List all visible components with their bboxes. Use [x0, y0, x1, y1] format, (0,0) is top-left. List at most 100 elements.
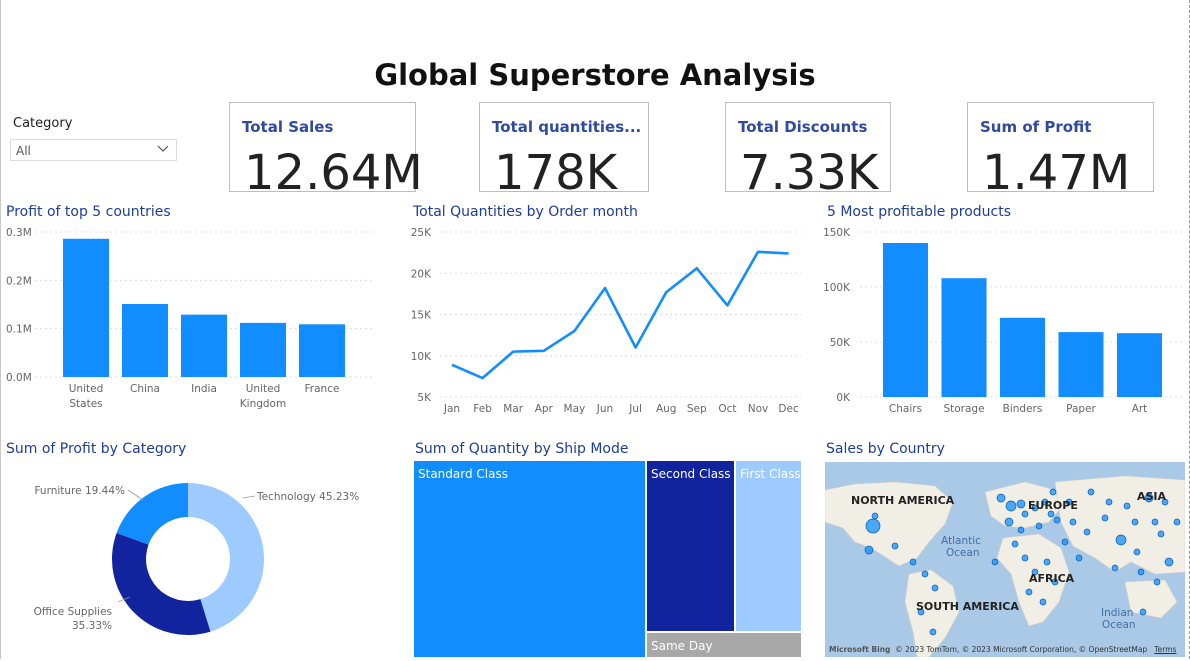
map-bubble[interactable]	[1004, 517, 1014, 527]
map-bubble[interactable]	[909, 558, 917, 566]
map-bubble[interactable]	[1021, 554, 1029, 562]
bar[interactable]	[181, 314, 227, 377]
map-bubble[interactable]	[1164, 557, 1174, 567]
map-bubble[interactable]	[1039, 598, 1047, 606]
slice-label: Furniture 19.44%	[34, 485, 125, 497]
attribution-text: © 2023 TomTom, © 2023 Microsoft Corporat…	[895, 645, 1148, 654]
map-bubble[interactable]	[1151, 518, 1159, 526]
map-bubble[interactable]	[1075, 554, 1083, 562]
y-tick-label: 15K	[411, 310, 432, 322]
map-bubble[interactable]	[1053, 516, 1061, 524]
map-bubble[interactable]	[1016, 499, 1026, 509]
x-tick-label: United	[69, 383, 104, 395]
y-tick-label: 0.2M	[6, 275, 32, 287]
treemap-tile[interactable]: First Class	[736, 461, 801, 631]
treemap-tile[interactable]: Same Day	[647, 633, 801, 657]
map-bubble[interactable]	[871, 512, 879, 520]
map-bubble[interactable]	[1111, 564, 1119, 572]
card-label: Total quantities...	[492, 118, 642, 136]
card-label: Total Sales	[242, 118, 334, 136]
card-total-sales[interactable]: Total Sales 12.64M	[229, 102, 423, 201]
donut-slice[interactable]	[116, 483, 188, 545]
visual-title-profit-countries: Profit of top 5 countries	[6, 204, 171, 220]
map-bubble[interactable]	[1105, 498, 1113, 506]
map-bubble[interactable]	[929, 628, 937, 636]
treemap-tile[interactable]: Second Class	[647, 461, 734, 631]
card-total-quantities[interactable]: Total quantities... 178K	[479, 102, 649, 201]
x-tick-label: United	[246, 383, 281, 395]
y-tick-label: 0.1M	[6, 324, 32, 336]
x-tick-label: May	[564, 403, 586, 415]
map-bubble[interactable]	[1005, 500, 1017, 512]
x-tick-label: Storage	[943, 403, 984, 415]
map-bubble[interactable]	[1069, 518, 1077, 526]
map-bubble[interactable]	[1049, 488, 1057, 496]
donut-slice[interactable]	[112, 532, 211, 635]
map-bubble[interactable]	[1017, 526, 1025, 534]
x-tick-label: States	[69, 398, 102, 410]
bar[interactable]	[122, 304, 168, 377]
bar[interactable]	[1000, 317, 1045, 397]
y-tick-label: 50K	[830, 337, 851, 349]
map-bubble[interactable]	[1115, 534, 1127, 546]
card-label: Sum of Profit	[980, 118, 1092, 136]
category-slicer-dropdown[interactable]: All	[10, 139, 177, 161]
card-total-discounts[interactable]: Total Discounts 7.33K	[725, 102, 891, 201]
map-bubble[interactable]	[1043, 558, 1051, 566]
profit-by-category-donut-chart[interactable]: Technology 45.23% Office Supplies 35.33% Fu…	[0, 462, 400, 657]
map-bubble[interactable]	[1035, 522, 1043, 530]
slice-label: 35.33%	[72, 620, 112, 632]
x-tick-label: Apr	[535, 403, 554, 415]
world-map-graphic: NORTH AMERICA EUROPE ASIA AFRICA SOUTH A…	[825, 475, 1185, 657]
map-bubble[interactable]	[991, 558, 999, 566]
map-bubble[interactable]	[864, 545, 874, 555]
map-bubble[interactable]	[1157, 530, 1165, 538]
x-tick-label: Nov	[748, 403, 769, 415]
sales-by-country-map[interactable]: NORTH AMERICA EUROPE ASIA AFRICA SOUTH A…	[825, 462, 1185, 657]
bar[interactable]	[299, 324, 345, 377]
x-tick-label: Jan	[443, 403, 460, 415]
x-tick-label: Jul	[628, 403, 642, 415]
x-tick-label: Binders	[1003, 403, 1043, 415]
x-tick-label: Feb	[473, 403, 492, 415]
treemap-tile[interactable]: Standard Class	[414, 461, 645, 657]
card-sum-of-profit[interactable]: Sum of Profit 1.47M	[967, 102, 1154, 201]
bar[interactable]	[883, 243, 928, 397]
profitable-products-bar-chart[interactable]: 0K 50K 100K 150K Chairs Storage Binders Paper Ar…	[820, 222, 1190, 422]
quantities-by-month-line-chart[interactable]: 5K 10K 15K 20K 25K Jan Feb Mar Apr May Jun Jul Aug Se…	[405, 222, 805, 422]
map-bubble[interactable]	[1061, 538, 1069, 546]
map-bubble[interactable]	[1131, 518, 1139, 526]
map-bubble[interactable]	[931, 584, 939, 592]
terms-link[interactable]: Terms	[1154, 645, 1176, 654]
map-bubble[interactable]	[1083, 528, 1091, 536]
bing-logo: Microsoft Bing	[829, 645, 891, 654]
quantity-by-shipmode-treemap[interactable]: Standard Class Second Class First Class Sam…	[414, 461, 801, 657]
bar[interactable]	[1058, 332, 1104, 397]
map-bubble[interactable]	[891, 542, 899, 550]
bar[interactable]	[941, 278, 987, 397]
map-bubble[interactable]	[1153, 578, 1161, 586]
map-bubble[interactable]	[1025, 588, 1033, 596]
map-bubble[interactable]	[1123, 502, 1131, 510]
map-bubble[interactable]	[1133, 548, 1141, 556]
bar[interactable]	[63, 238, 109, 377]
map-bubble[interactable]	[1139, 608, 1147, 616]
x-tick-label: India	[191, 383, 217, 395]
map-bubble[interactable]	[996, 493, 1006, 503]
y-tick-label: 5K	[417, 392, 432, 404]
map-bubble[interactable]	[865, 518, 881, 534]
profit-by-country-bar-chart[interactable]: 0.0M 0.1M 0.2M 0.3M United States China India Un…	[0, 222, 380, 422]
y-tick-label: 0.3M	[6, 227, 32, 239]
map-bubble[interactable]	[1087, 488, 1095, 496]
map-label-africa: AFRICA	[1029, 572, 1075, 585]
map-bubble[interactable]	[1011, 540, 1019, 548]
bar[interactable]	[1117, 333, 1162, 397]
x-tick-label: Jun	[596, 403, 613, 415]
map-bubble[interactable]	[921, 570, 929, 578]
x-tick-label: Kingdom	[240, 398, 286, 410]
map-bubble[interactable]	[1137, 568, 1145, 576]
map-bubble[interactable]	[1101, 514, 1109, 522]
slice-label: Office Supplies	[34, 606, 112, 618]
bar[interactable]	[240, 322, 286, 377]
map-bubble[interactable]	[1173, 518, 1181, 526]
